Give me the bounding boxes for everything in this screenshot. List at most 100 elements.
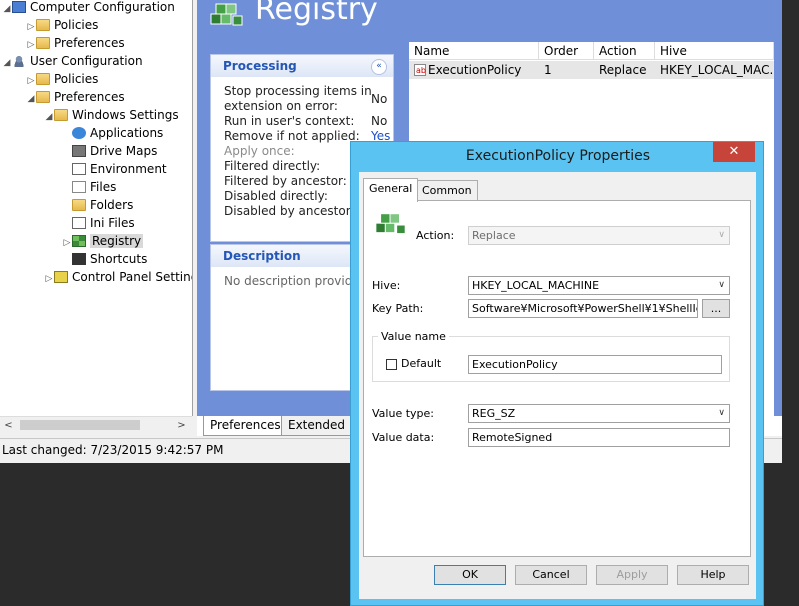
tree-horizontal-scrollbar[interactable]: < > [0, 416, 192, 434]
applications-icon [72, 127, 86, 139]
control-panel-icon [54, 271, 68, 283]
tree-item-registry[interactable]: ▷ Registry [62, 232, 144, 252]
value-type-label: Value type: [372, 407, 434, 420]
files-icon [72, 181, 86, 193]
tree-item-user-preferences[interactable]: ◢ Preferences [26, 88, 125, 106]
expand-arrow-icon[interactable]: ▷ [44, 270, 54, 288]
tree-pane: ◢ Computer Configuration ▷ Policies ▷ Prefe… [0, 0, 193, 416]
folder-icon [36, 37, 50, 49]
chevron-down-icon: ∨ [718, 408, 725, 418]
hive-select[interactable]: HKEY_LOCAL_MACHINE ∨ [468, 276, 730, 295]
registry-icon [210, 3, 243, 26]
processing-row-label: Remove if not applied: [224, 129, 360, 143]
table-cell-order: 1 [544, 63, 552, 77]
processing-row-value: No [371, 114, 388, 128]
shortcuts-icon [72, 253, 86, 265]
dialog-body: General Common Action: Replace ∨ Hive: H… [359, 172, 756, 599]
properties-dialog: ExecutionPolicy Properties ✕ General Com… [350, 141, 764, 606]
table-cell-hive: HKEY_LOCAL_MAC... [660, 63, 774, 77]
tree-item-user-policies[interactable]: ▷ Policies [26, 70, 99, 88]
collapse-icon[interactable]: « [371, 59, 387, 75]
tab-general[interactable]: General [363, 178, 419, 202]
value-name-input[interactable]: ExecutionPolicy [468, 355, 722, 374]
tree-item-environment[interactable]: Environment [72, 160, 167, 178]
ok-button[interactable]: OK [434, 565, 506, 585]
tree-item-policies[interactable]: ▷ Policies [26, 16, 99, 34]
environment-icon [72, 163, 86, 175]
help-button[interactable]: Help [677, 565, 749, 585]
user-icon [12, 55, 26, 67]
registry-icon [72, 235, 86, 247]
tree-item-shortcuts[interactable]: Shortcuts [72, 250, 147, 268]
cancel-button[interactable]: Cancel [515, 565, 587, 585]
apply-button[interactable]: Apply [596, 565, 668, 585]
processing-row-value: No [371, 92, 388, 106]
tree-item-applications[interactable]: Applications [72, 124, 163, 142]
processing-row-label: extension on error: [224, 99, 338, 113]
expand-arrow-icon[interactable]: ◢ [2, 54, 12, 72]
column-header-action[interactable]: Action [594, 42, 655, 60]
processing-row-label: Disabled directly: [224, 189, 328, 203]
folder-icon [36, 19, 50, 31]
processing-row-label: Filtered directly: [224, 159, 321, 173]
value-type-select[interactable]: REG_SZ ∨ [468, 404, 730, 423]
expand-arrow-icon[interactable]: ◢ [2, 0, 12, 18]
processing-row-label: Disabled by ancestor: [224, 204, 355, 218]
column-header-name[interactable]: Name [409, 42, 539, 60]
key-path-label: Key Path: [372, 302, 424, 315]
expand-arrow-icon[interactable]: ▷ [62, 234, 72, 252]
tree-item-drive-maps[interactable]: Drive Maps [72, 142, 157, 160]
scroll-right-icon[interactable]: > [174, 418, 189, 433]
expand-arrow-icon[interactable]: ◢ [44, 108, 54, 126]
tree-item-ini-files[interactable]: Ini Files [72, 214, 135, 232]
drive-maps-icon [72, 145, 86, 157]
processing-row-label: Apply once: [224, 144, 295, 158]
description-text: No description provided [224, 274, 368, 288]
column-header-order[interactable]: Order [539, 42, 594, 60]
processing-row-label: Stop processing items in [224, 84, 372, 98]
column-header-hive[interactable]: Hive [655, 42, 774, 60]
processing-row-label: Run in user's context: [224, 114, 355, 128]
hive-label: Hive: [372, 279, 401, 292]
browse-button[interactable]: ... [702, 299, 730, 318]
tab-preferences[interactable]: Preferences [203, 416, 288, 436]
action-label: Action: [416, 229, 455, 242]
folder-icon [54, 109, 68, 121]
value-name-group-label: Value name [378, 330, 449, 343]
value-data-input[interactable]: RemoteSigned [468, 428, 730, 447]
action-select[interactable]: Replace ∨ [468, 226, 730, 245]
folder-icon [36, 91, 50, 103]
registry-string-value-icon: ab [414, 64, 426, 76]
value-data-label: Value data: [372, 431, 435, 444]
default-checkbox[interactable] [386, 359, 397, 370]
processing-panel-title: Processing [211, 55, 393, 77]
scroll-thumb[interactable] [20, 420, 140, 430]
tree-item-windows-settings[interactable]: ◢ Windows Settings [44, 106, 179, 124]
folder-icon [72, 199, 86, 211]
scroll-left-icon[interactable]: < [1, 418, 16, 433]
registry-icon [375, 213, 406, 235]
tree-item-folders[interactable]: Folders [72, 196, 133, 214]
table-cell-action: Replace [599, 63, 647, 77]
chevron-down-icon: ∨ [718, 230, 725, 240]
tree-item-files[interactable]: Files [72, 178, 116, 196]
tree-item-control-panel-settings[interactable]: ▷ Control Panel Setting [44, 268, 192, 288]
computer-icon [12, 1, 26, 13]
close-icon[interactable]: ✕ [713, 142, 755, 162]
general-tab-page: Action: Replace ∨ Hive: HKEY_LOCAL_MACHI… [363, 200, 751, 557]
default-label: Default [401, 357, 442, 370]
folder-icon [36, 73, 50, 85]
expand-arrow-icon[interactable]: ◢ [26, 90, 36, 108]
dialog-title: ExecutionPolicy Properties [465, 148, 651, 164]
tab-common[interactable]: Common [416, 180, 478, 202]
tree-item-user-configuration[interactable]: ◢ User Configuration [2, 52, 143, 70]
page-title: Registry [255, 0, 378, 27]
table-cell-name: ab ExecutionPolicy [414, 63, 522, 77]
tab-extended[interactable]: Extended [281, 416, 352, 436]
key-path-input[interactable]: Software¥Microsoft¥PowerShell¥1¥ShellIds… [468, 299, 698, 318]
processing-row-label: Filtered by ancestor: [224, 174, 347, 188]
chevron-down-icon: ∨ [718, 280, 725, 290]
tree-item-computer-configuration[interactable]: ◢ Computer Configuration [2, 0, 175, 16]
tree-item-preferences[interactable]: ▷ Preferences [26, 34, 125, 52]
ini-files-icon [72, 217, 86, 229]
